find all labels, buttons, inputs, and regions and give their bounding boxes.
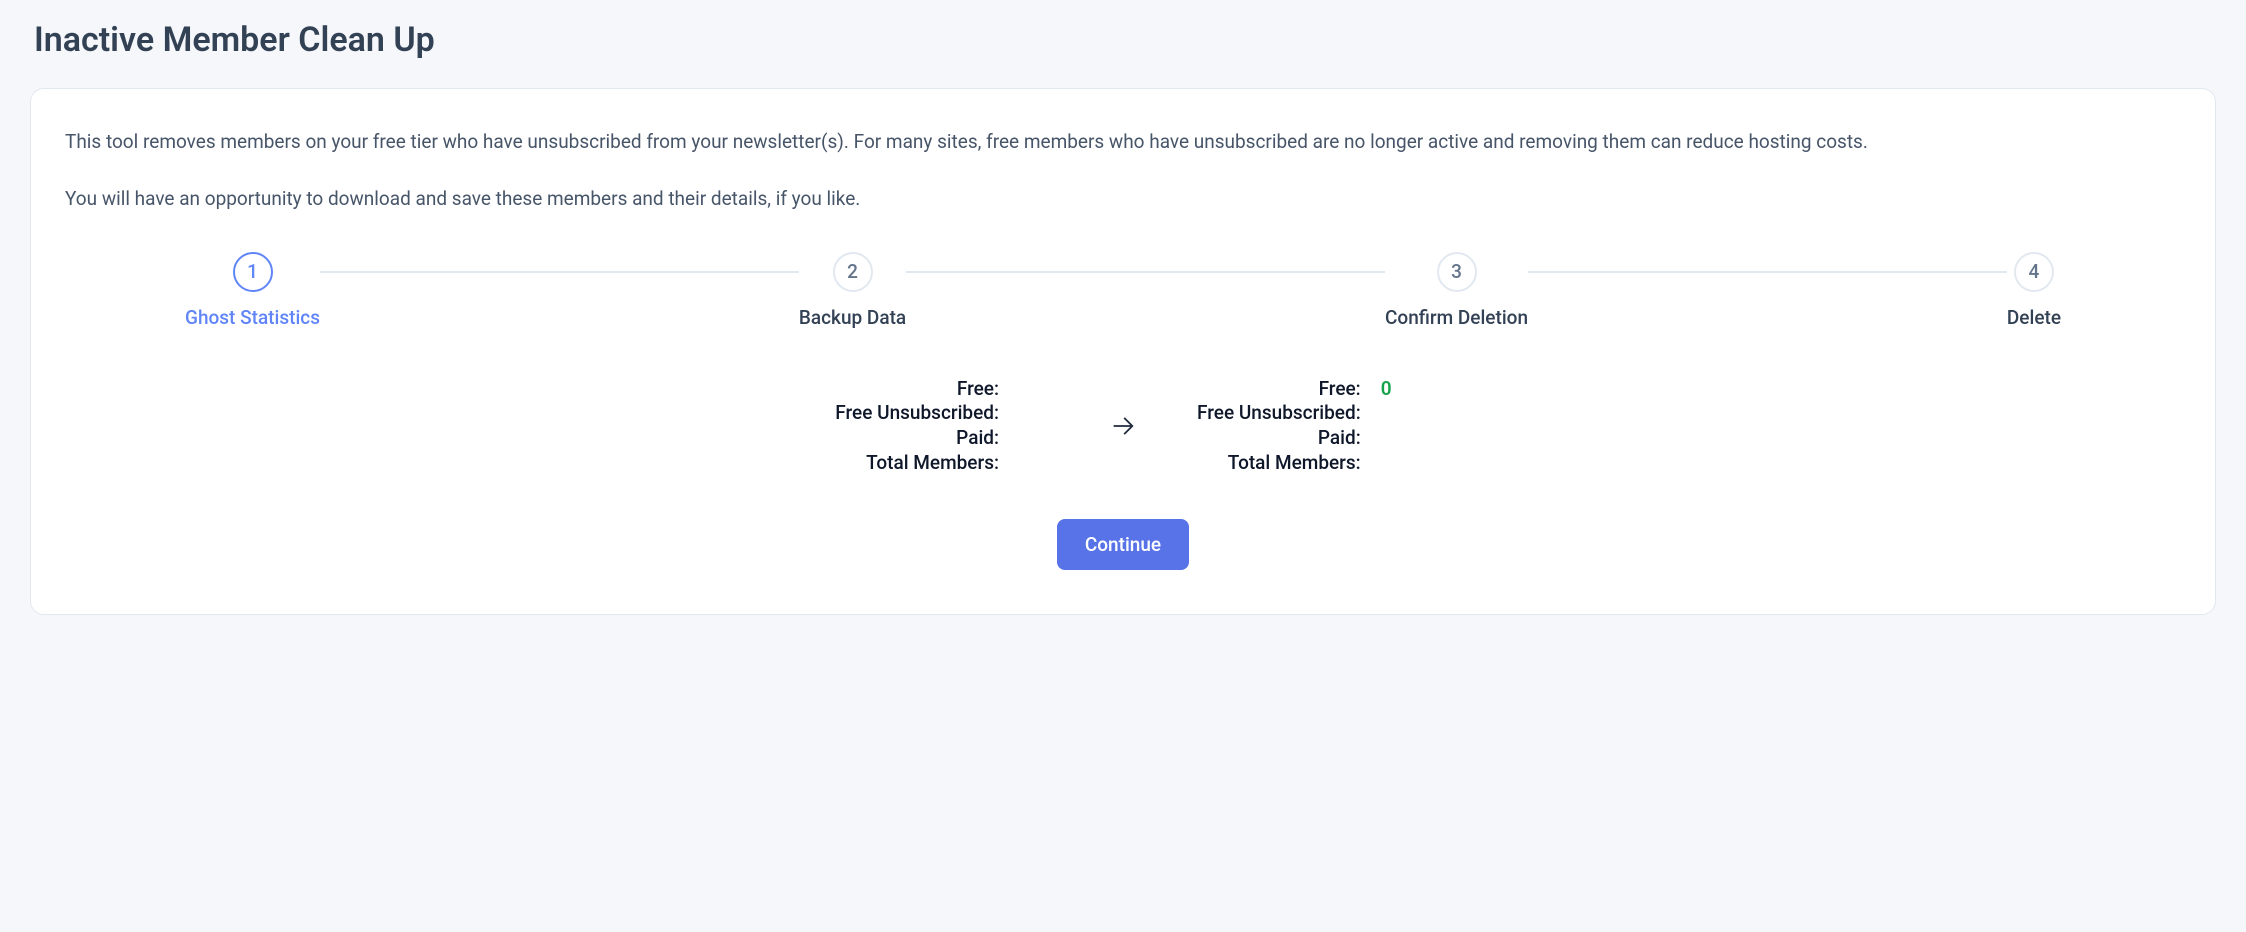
step-label: Confirm Deletion: [1385, 306, 1528, 329]
stat-label-paid: Paid:: [835, 426, 999, 451]
stat-value-free-unsub: 0: [1381, 377, 1411, 402]
stat-label-total: Total Members:: [1197, 451, 1361, 476]
stat-label-total: Total Members:: [835, 451, 999, 476]
stat-label-paid: Paid:: [1197, 426, 1361, 451]
intro-paragraph-1: This tool removes members on your free t…: [65, 125, 2181, 158]
step-number: 4: [2014, 252, 2054, 292]
main-card: This tool removes members on your free t…: [30, 88, 2216, 615]
button-row: Continue: [65, 519, 2181, 570]
step-label: Delete: [2007, 306, 2061, 329]
step-number: 3: [1437, 252, 1477, 292]
step-confirm-deletion[interactable]: 3 Confirm Deletion: [1385, 252, 1528, 329]
stat-label-free-unsub: Free Unsubscribed:: [1197, 401, 1361, 426]
step-backup-data[interactable]: 2 Backup Data: [799, 252, 906, 329]
step-number: 1: [233, 252, 273, 292]
step-label: Backup Data: [799, 306, 906, 329]
stat-label-free: Free:: [835, 377, 999, 402]
stats-before: Free: Free Unsubscribed: Paid: Total Mem…: [835, 377, 1049, 476]
step-ghost-statistics[interactable]: 1 Ghost Statistics: [185, 252, 320, 329]
step-delete[interactable]: 4 Delete: [2007, 252, 2061, 329]
continue-button[interactable]: Continue: [1057, 519, 1189, 570]
step-number: 2: [833, 252, 873, 292]
step-label: Ghost Statistics: [185, 306, 320, 329]
step-connector: [906, 271, 1385, 273]
stats-container: Free: Free Unsubscribed: Paid: Total Mem…: [65, 377, 2181, 476]
stepper: 1 Ghost Statistics 2 Backup Data 3 Confi…: [185, 252, 2061, 329]
stats-after: Free: Free Unsubscribed: Paid: Total Mem…: [1197, 377, 1411, 476]
page-title: Inactive Member Clean Up: [34, 20, 2216, 60]
stat-label-free: Free:: [1197, 377, 1361, 402]
intro-paragraph-2: You will have an opportunity to download…: [65, 182, 2181, 215]
step-connector: [320, 271, 799, 273]
arrow-right-icon: [1109, 412, 1137, 440]
stat-label-free-unsub: Free Unsubscribed:: [835, 401, 999, 426]
step-connector: [1528, 271, 2007, 273]
